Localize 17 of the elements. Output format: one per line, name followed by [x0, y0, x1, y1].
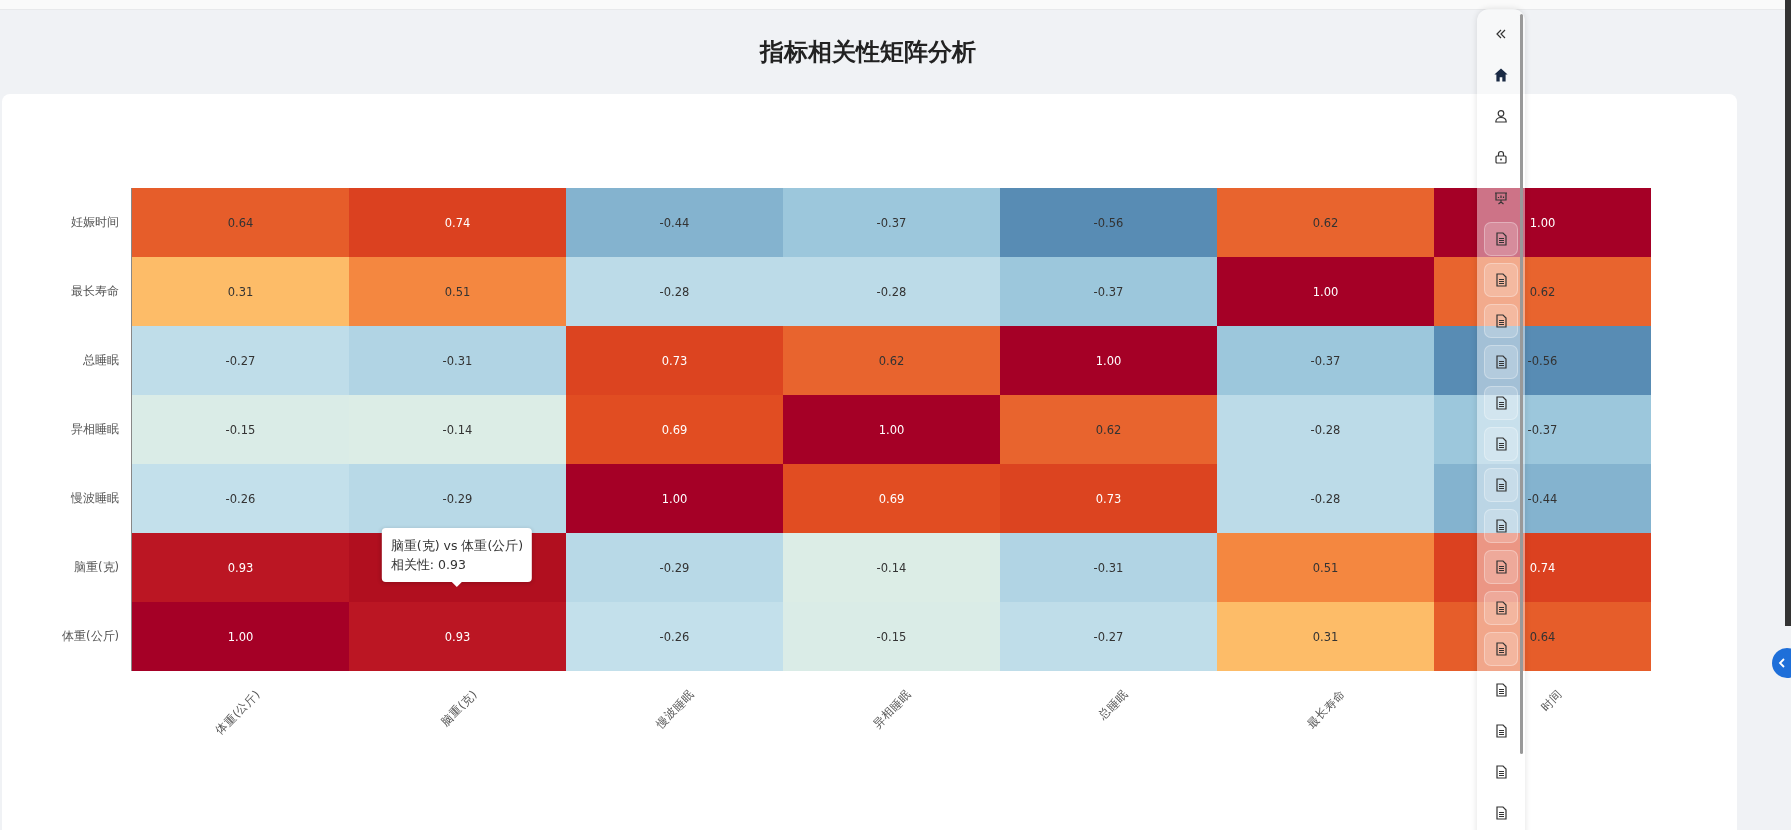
axis-label: 体重(公斤) — [62, 629, 119, 644]
tooltip-text: 相关性: 0.93 — [390, 556, 467, 574]
axis-label: 最长寿命 — [1303, 687, 1349, 732]
axis-label: 总睡眠 — [1095, 687, 1132, 724]
axis-label: 脑重(克) — [437, 687, 481, 730]
axis-label: 时间 — [1537, 687, 1566, 715]
axis-label: 妊娠时间 — [71, 215, 119, 230]
axis-label: 慢波睡眠 — [71, 491, 119, 506]
tooltip-title: 脑重(克) vs 体重(公斤) — [390, 537, 524, 555]
axis-label: 异相睡眠 — [869, 687, 915, 732]
axis-label: 总睡眠 — [83, 353, 119, 368]
axis-label: 慢波睡眠 — [652, 687, 698, 732]
axis-label: 最长寿命 — [71, 284, 119, 299]
axis-label: 脑重(克) — [74, 560, 119, 575]
axis-label: 异相睡眠 — [71, 422, 119, 437]
page-title: 指标相关性矩阵分析 — [759, 37, 976, 68]
axis-label: 体重(公斤) — [212, 687, 264, 739]
